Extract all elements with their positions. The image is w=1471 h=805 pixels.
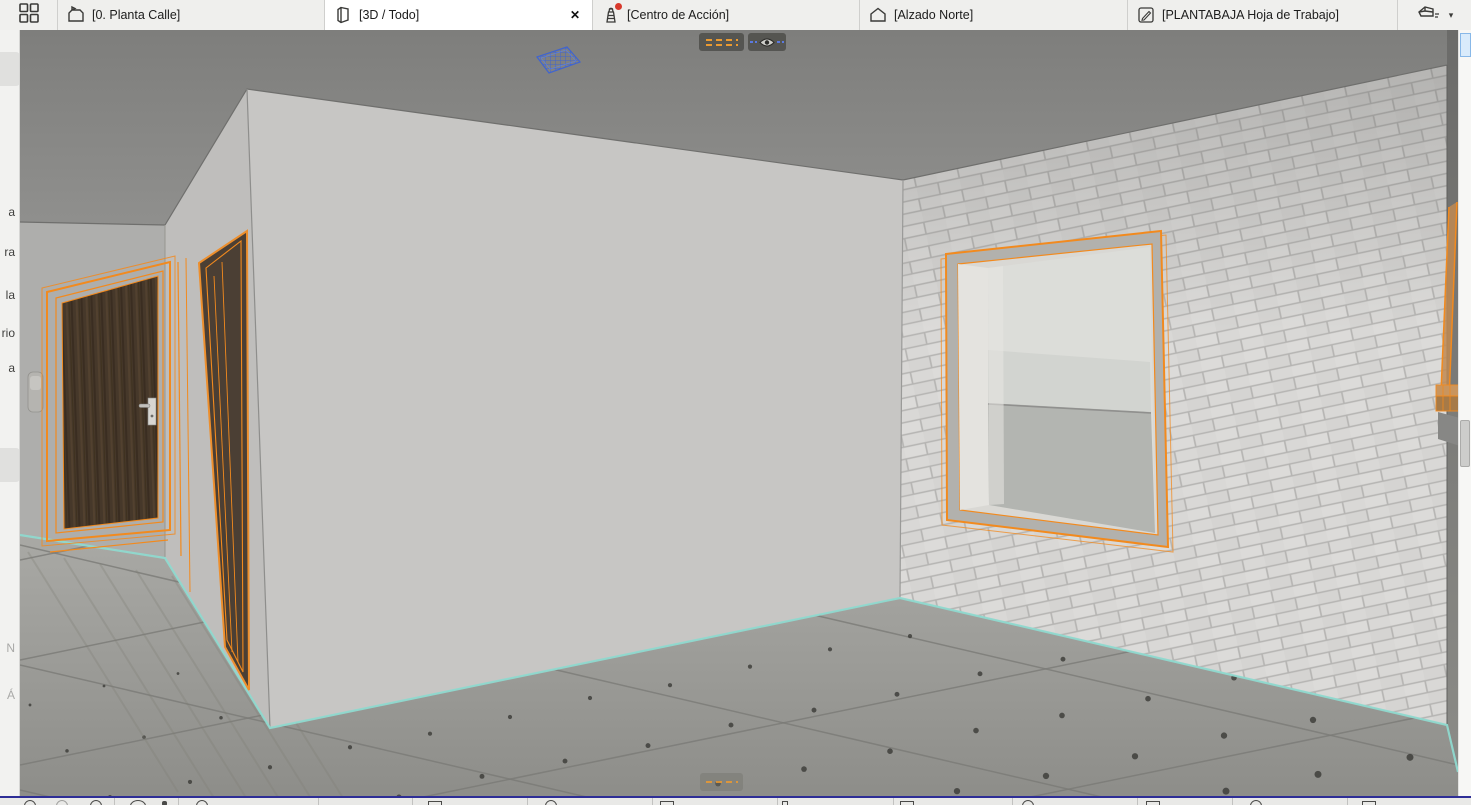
explore-icon-partial[interactable] xyxy=(56,800,68,805)
selected-window[interactable] xyxy=(941,231,1173,552)
tab-centro-de-accion[interactable]: [Centro de Acción] xyxy=(593,0,860,30)
blue-dash-icon xyxy=(777,41,784,43)
marquee-toggle-button[interactable] xyxy=(699,33,744,51)
tab-alzado-norte[interactable]: [Alzado Norte] xyxy=(860,0,1128,30)
material-icon-partial[interactable] xyxy=(1146,801,1160,805)
close-tab-icon[interactable]: ✕ xyxy=(566,8,584,22)
view-icon-partial[interactable] xyxy=(130,800,146,805)
chevron-down-icon: ▾ xyxy=(1449,10,1454,21)
level-icon-partial[interactable] xyxy=(1250,800,1262,805)
toolbox-item-label-clipped[interactable]: a xyxy=(8,205,15,219)
window-glass xyxy=(988,247,1155,533)
elevation-icon xyxy=(868,5,888,25)
tab-label: [0. Planta Calle] xyxy=(92,8,316,22)
dot-icon-partial[interactable] xyxy=(162,801,167,805)
tab-label: [Alzado Norte] xyxy=(894,8,1119,22)
scrollbar-thumb[interactable] xyxy=(1460,420,1470,467)
3d-style-icon xyxy=(1416,3,1442,28)
tab-label: [3D / Todo] xyxy=(359,8,560,22)
toolbox-button-partial[interactable] xyxy=(0,448,20,482)
quad-view-button[interactable] xyxy=(0,0,58,30)
tab-label: [Centro de Acción] xyxy=(627,8,851,22)
visibility-eye-button[interactable] xyxy=(748,33,786,51)
toolbox-item-label-clipped[interactable]: Á xyxy=(7,688,15,702)
tab-label: [PLANTABAJA Hoja de Trabajo] xyxy=(1162,8,1389,22)
marquee-marker-bottom[interactable] xyxy=(700,773,743,791)
walk-icon-partial[interactable] xyxy=(90,800,102,805)
pen-icon-partial[interactable] xyxy=(545,800,557,805)
archicad-window: { "tab_bar": { "tabs": [ { "label": "[0.… xyxy=(0,0,1471,805)
status-bar-clipped[interactable] xyxy=(0,796,1471,805)
priority-icon-partial[interactable] xyxy=(1022,800,1034,805)
marquee-dashes-icon xyxy=(706,781,738,783)
scale-icon-partial[interactable] xyxy=(428,801,442,805)
tab-3d-todo[interactable]: [3D / Todo] ✕ xyxy=(325,0,593,30)
wall-switch xyxy=(28,372,43,412)
story-icon-partial[interactable] xyxy=(900,801,914,805)
action-center-icon xyxy=(601,5,621,25)
tab-plantabaja-hoja[interactable]: [PLANTABAJA Hoja de Trabajo] xyxy=(1128,0,1398,30)
tab-planta-calle[interactable]: [0. Planta Calle] xyxy=(58,0,325,30)
marquee-dashes-icon xyxy=(706,44,738,46)
toolbox-item-label-clipped[interactable]: ra xyxy=(4,245,15,259)
quad-view-icon xyxy=(18,2,40,29)
view-tab-bar: [0. Planta Calle] [3D / Todo] ✕ [Centro … xyxy=(0,0,1471,30)
orbit-icon-partial[interactable] xyxy=(24,800,36,805)
3d-styles-dropdown[interactable]: ▾ xyxy=(1398,0,1471,30)
clock-icon-partial[interactable] xyxy=(196,800,208,805)
option-icon-partial[interactable] xyxy=(1362,801,1376,805)
3d-view-icon xyxy=(333,5,353,25)
toolbox-item-label-clipped[interactable]: a xyxy=(8,361,15,375)
vertical-scrollbar[interactable] xyxy=(1458,30,1471,796)
scrollbar-top-highlight[interactable] xyxy=(1460,33,1471,57)
toolbox-item-label-clipped[interactable]: N xyxy=(6,641,15,655)
eye-icon xyxy=(759,37,775,48)
marquee-dashes-icon xyxy=(706,39,738,41)
notification-dot xyxy=(615,3,622,10)
worksheet-icon xyxy=(1136,5,1156,25)
3d-viewport[interactable] xyxy=(20,30,1458,796)
3d-scene xyxy=(20,30,1458,796)
toolbox-button-partial[interactable] xyxy=(0,52,20,86)
toolbox-item-label-clipped[interactable]: la xyxy=(6,288,15,302)
blue-dash-icon xyxy=(750,41,757,43)
toolbox-item-label-clipped[interactable]: rio xyxy=(2,326,15,340)
column-icon-partial[interactable] xyxy=(782,801,788,805)
floor-plan-icon xyxy=(66,5,86,25)
toolbox-strip-clipped: a ra la rio a N Á xyxy=(0,30,20,796)
layer-icon-partial[interactable] xyxy=(660,801,674,805)
